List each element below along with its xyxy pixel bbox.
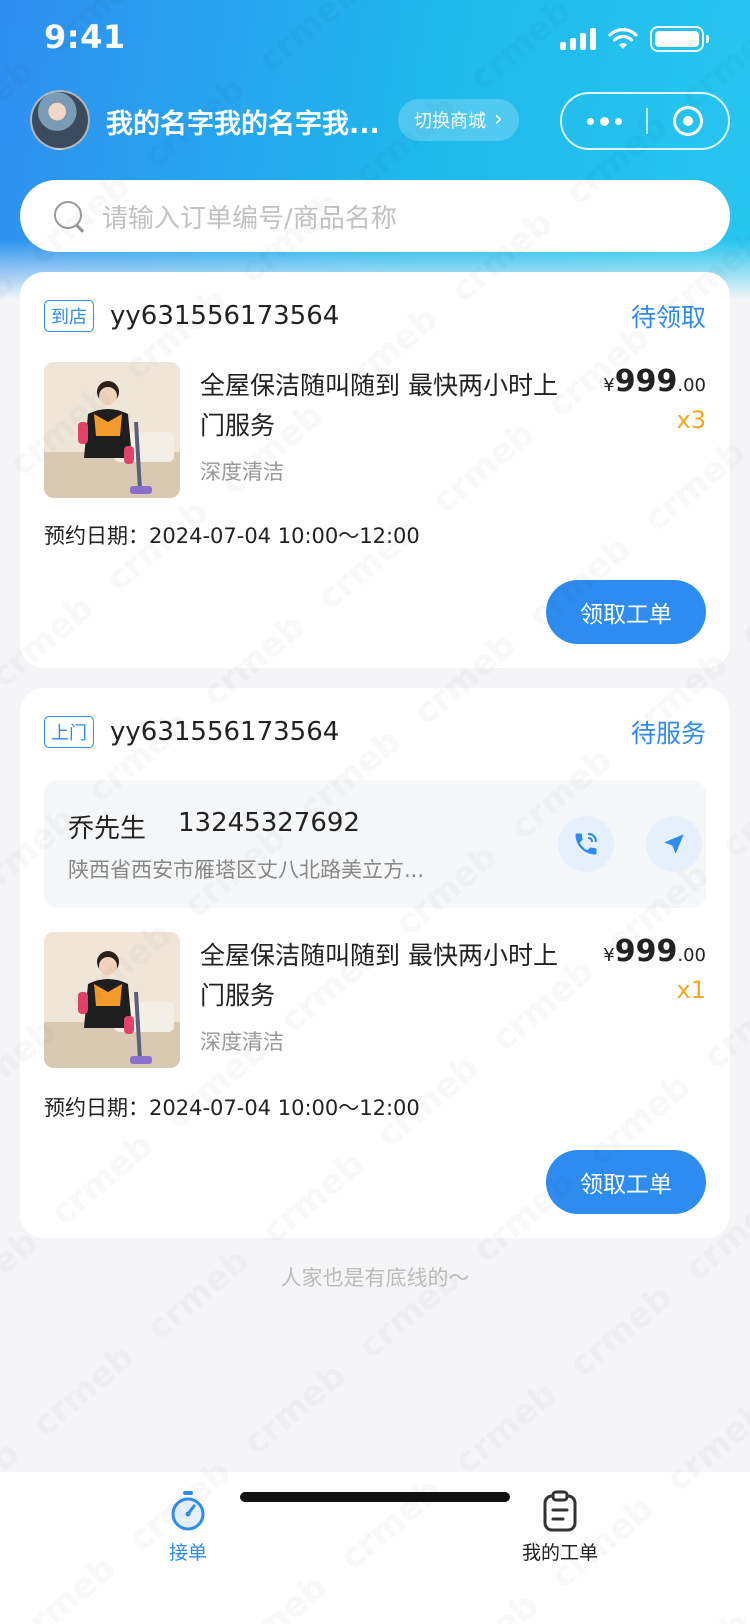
appointment-date: 预约日期：2024-07-04 10:00～12:00 xyxy=(44,524,420,548)
switch-mall-label: 切换商城 xyxy=(414,111,486,132)
customer-phone: 13245327692 xyxy=(178,808,360,838)
tab-label: 接单 xyxy=(168,1542,207,1564)
status-time: 9:41 xyxy=(44,18,126,56)
phone-icon[interactable] xyxy=(558,816,614,872)
chevron-right-icon: › xyxy=(494,107,503,132)
product-row[interactable]: 全屋保洁随叫随到 最快两小时上门服务 深度清洁 ¥999.00 x1 xyxy=(44,932,706,1068)
product-quantity: x1 xyxy=(676,976,706,1004)
wifi-icon xyxy=(608,28,638,49)
product-row[interactable]: 全屋保洁随叫随到 最快两小时上门服务 深度清洁 ¥999.00 x3 xyxy=(44,362,706,498)
close-icon[interactable] xyxy=(648,106,729,136)
product-quantity: x3 xyxy=(676,406,706,434)
product-price: ¥999.00 xyxy=(603,364,706,399)
product-price: ¥999.00 xyxy=(603,934,706,969)
tab-label: 我的工单 xyxy=(521,1542,598,1564)
customer-info: 乔先生 13245327692 陕西省西安市雁塔区丈八北路美立方... xyxy=(44,780,706,908)
status-icons xyxy=(560,26,709,52)
mini-program-capsule xyxy=(560,92,730,150)
order-type-tag: 到店 xyxy=(44,300,94,332)
order-number: yy631556173564 xyxy=(110,301,340,331)
appointment-date: 预约日期：2024-07-04 10:00～12:00 xyxy=(44,1096,420,1120)
cellular-signal-icon xyxy=(560,28,596,50)
search-input[interactable]: 请输入订单编号/商品名称 xyxy=(20,180,730,252)
stopwatch-icon xyxy=(171,1491,205,1531)
order-card[interactable]: 到店 yy631556173564 待领取 全屋保洁随叫随到 最快两小时上门服务… xyxy=(20,272,730,668)
avatar[interactable] xyxy=(30,90,90,150)
claim-order-button[interactable]: 领取工单 xyxy=(546,580,706,644)
claim-order-button[interactable]: 领取工单 xyxy=(546,1150,706,1214)
end-of-list-tip: 人家也是有底线的～ xyxy=(280,1266,470,1290)
order-number: yy631556173564 xyxy=(110,717,340,747)
product-sku: 深度清洁 xyxy=(200,1030,284,1054)
order-card[interactable]: 上门 yy631556173564 待服务 乔先生 13245327692 陕西… xyxy=(20,688,730,1238)
switch-mall-button[interactable]: 切换商城 › xyxy=(398,99,519,141)
battery-icon xyxy=(650,26,709,52)
product-title: 全屋保洁随叫随到 最快两小时上门服务 xyxy=(200,371,558,440)
search-placeholder: 请输入订单编号/商品名称 xyxy=(102,203,397,234)
more-icon[interactable] xyxy=(562,94,646,148)
order-status: 待领取 xyxy=(630,303,706,332)
product-image xyxy=(44,362,180,498)
product-title: 全屋保洁随叫随到 最快两小时上门服务 xyxy=(200,941,558,1010)
product-image xyxy=(44,932,180,1068)
header: 我的名字我的名字我... 切换商城 › xyxy=(0,88,750,152)
order-header: 到店 yy631556173564 待领取 xyxy=(44,300,706,332)
order-status: 待服务 xyxy=(630,719,706,748)
order-header: 上门 yy631556173564 待服务 xyxy=(44,716,706,748)
navigation-icon[interactable] xyxy=(646,816,702,872)
customer-address: 陕西省西安市雁塔区丈八北路美立方... xyxy=(68,858,425,882)
clipboard-icon xyxy=(543,1490,577,1532)
status-bar: 9:41 xyxy=(0,0,750,80)
product-sku: 深度清洁 xyxy=(200,460,284,484)
search-icon xyxy=(52,199,86,233)
order-type-tag: 上门 xyxy=(44,716,94,748)
user-name: 我的名字我的名字我... xyxy=(106,109,380,140)
customer-name: 乔先生 xyxy=(68,814,147,844)
home-indicator xyxy=(240,1492,510,1502)
